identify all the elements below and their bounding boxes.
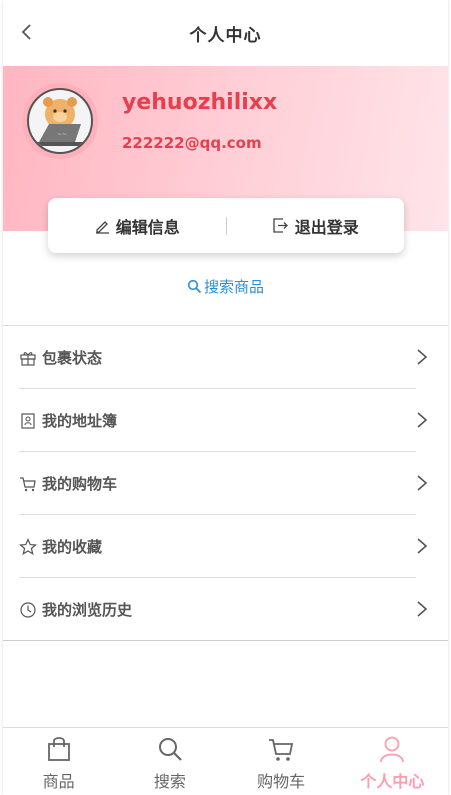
clock-icon [19, 601, 37, 619]
chevron-right-icon [417, 475, 428, 491]
logout-label: 退出登录 [294, 217, 359, 237]
bottom-tab-bar: 商品 搜索 购物车 个人中心 [3, 727, 448, 795]
user-icon [380, 736, 405, 763]
user-email: 222222@qq.com [122, 134, 262, 152]
edit-info-label: 编辑信息 [115, 217, 180, 237]
menu-item-shopping-cart[interactable]: 我的购物车 [3, 452, 448, 515]
address-book-icon [19, 412, 37, 430]
chevron-right-icon [417, 349, 428, 365]
tab-cart[interactable]: 购物车 [226, 728, 337, 795]
chevron-right-icon [417, 601, 428, 617]
search-products-link[interactable]: 搜索商品 [3, 276, 448, 297]
search-icon [158, 738, 182, 761]
svg-text:~~: ~~ [57, 131, 67, 138]
menu-label: 我的购物车 [42, 475, 118, 493]
menu-item-package-status[interactable]: 包裹状态 [3, 326, 448, 389]
tab-search[interactable]: 搜索 [114, 728, 225, 795]
menu-label: 我的浏览历史 [42, 601, 133, 619]
chevron-right-icon [417, 538, 428, 554]
shopping-bag-icon [47, 737, 70, 761]
profile-actions-card: 编辑信息 退出登录 [48, 198, 404, 253]
menu-label: 我的收藏 [42, 538, 103, 556]
tab-profile[interactable]: 个人中心 [337, 728, 448, 795]
cart-icon [19, 475, 37, 493]
menu-item-browse-history[interactable]: 我的浏览历史 [3, 578, 448, 641]
edit-icon [95, 220, 109, 234]
menu-label: 我的地址簿 [42, 412, 118, 430]
edit-info-button[interactable]: 编辑信息 [48, 198, 226, 253]
back-button[interactable] [15, 20, 39, 44]
search-link-label: 搜索商品 [203, 278, 264, 296]
tab-products[interactable]: 商品 [3, 728, 114, 795]
tab-label: 搜索 [153, 772, 186, 791]
menu-item-address-book[interactable]: 我的地址簿 [3, 389, 448, 452]
gift-icon [19, 349, 37, 367]
page-title: 个人中心 [189, 25, 262, 46]
username: yehuozhilixx [122, 90, 278, 115]
tab-label: 商品 [42, 772, 75, 791]
star-icon [19, 537, 37, 556]
menu-list: 包裹状态 我的地址簿 我的购物车 我的收藏 我的浏览历史 [3, 325, 448, 641]
back-arrow-icon [21, 24, 31, 40]
chevron-right-icon [417, 412, 428, 428]
top-bar: 个人中心 [3, 0, 448, 66]
logout-icon [273, 218, 288, 233]
menu-item-favorites[interactable]: 我的收藏 [3, 515, 448, 578]
avatar[interactable]: ~~ [22, 83, 98, 159]
logout-button[interactable]: 退出登录 [227, 198, 405, 253]
app-frame: 个人中心 ~~ yehuozhilixx 222222@qq.com 编辑信息 … [3, 0, 448, 795]
avatar-image: ~~ [27, 88, 93, 154]
cart-icon [269, 739, 294, 761]
search-icon [187, 279, 202, 294]
tab-label: 购物车 [257, 772, 306, 791]
tab-label: 个人中心 [360, 772, 425, 791]
menu-label: 包裹状态 [42, 349, 103, 367]
